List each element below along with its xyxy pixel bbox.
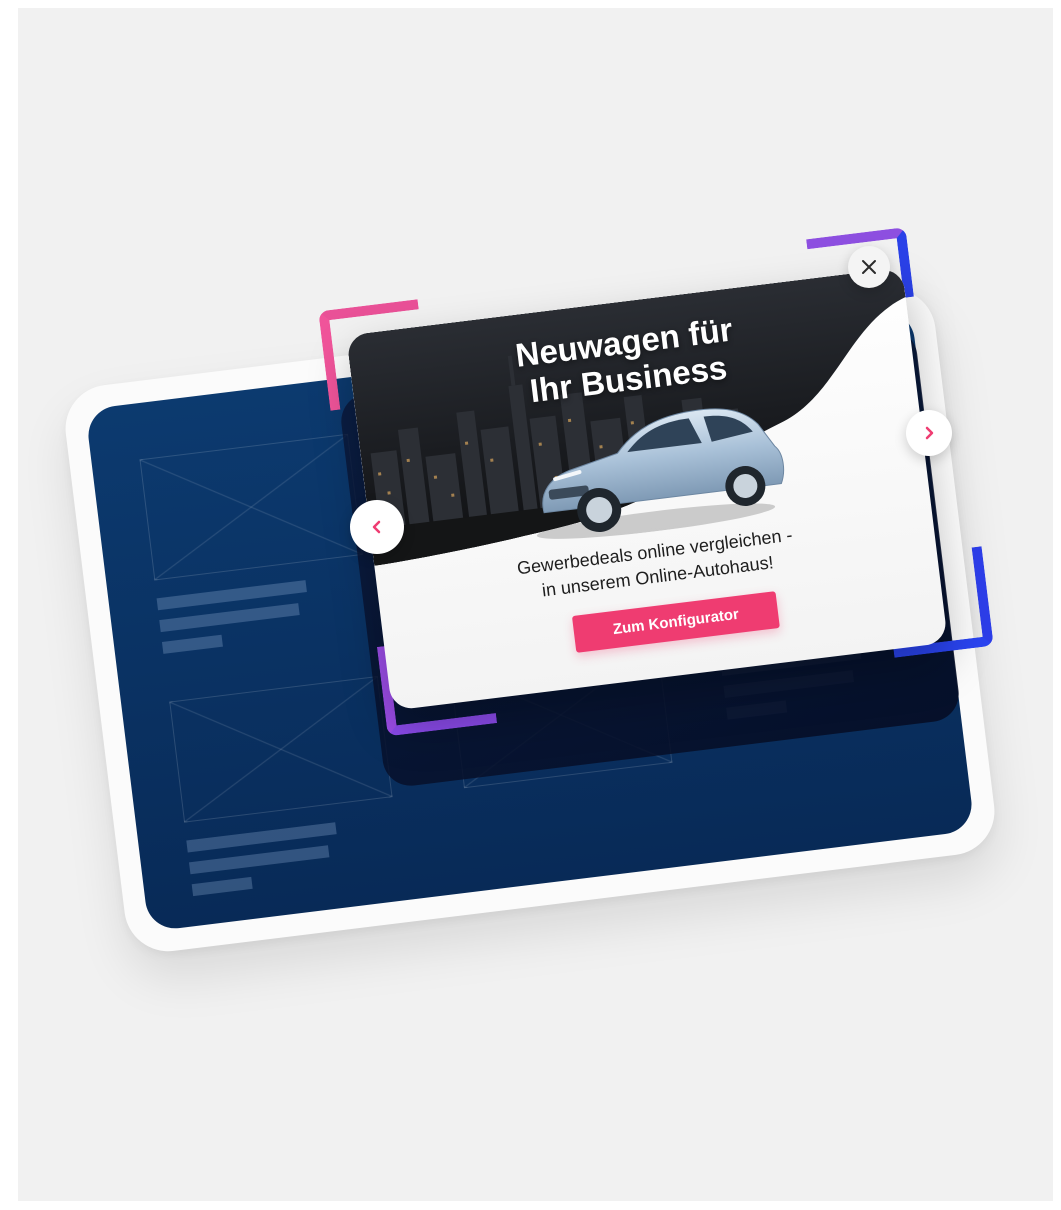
promo-popup: Neuwagen für Ihr Business Gewerbedeals o… [346, 267, 948, 711]
close-button[interactable] [848, 246, 890, 288]
wireframe-text-line [191, 876, 253, 897]
chevron-right-icon [925, 426, 934, 440]
chevron-left-icon [372, 520, 381, 534]
next-slide-button[interactable] [906, 410, 952, 456]
wireframe-image-placeholder [169, 675, 393, 823]
wireframe-text-line [161, 634, 223, 654]
wireframe-image-placeholder [139, 433, 363, 581]
configurator-button[interactable]: Zum Konfigurator [571, 591, 780, 653]
previous-slide-button[interactable] [350, 500, 404, 554]
close-icon [862, 260, 876, 274]
